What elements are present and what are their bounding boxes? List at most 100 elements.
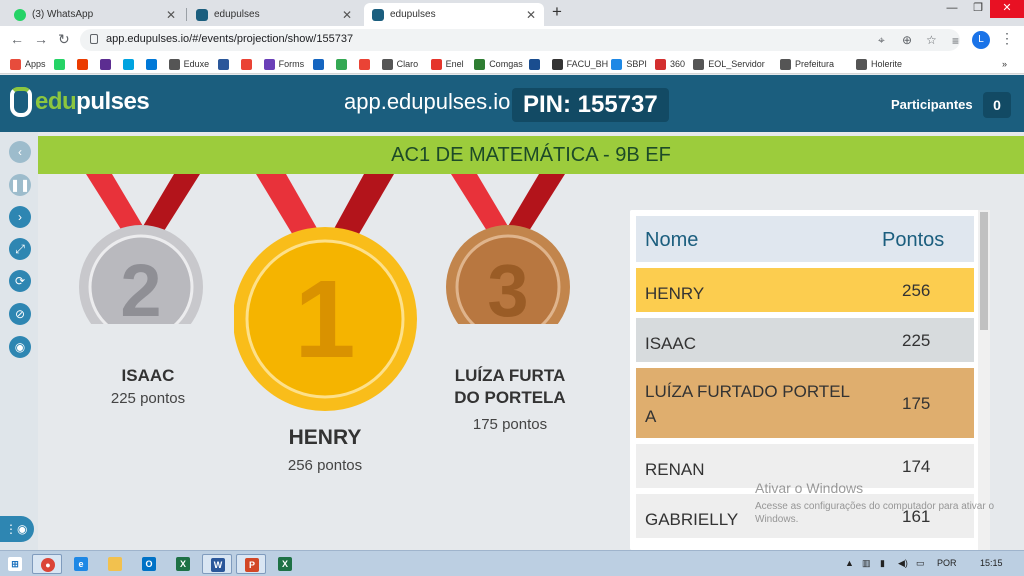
medal-second: 2 <box>78 174 208 324</box>
next-button[interactable]: › <box>9 206 31 228</box>
close-tab-icon[interactable]: ✕ <box>342 8 352 22</box>
bookmark-item[interactable]: Prefeitura <box>780 56 834 72</box>
taskbar-word[interactable]: W <box>202 554 232 574</box>
tab-edupulses-active[interactable]: edupulses ✕ <box>364 3 544 26</box>
tab-edupulses-1[interactable]: edupulses ✕ <box>188 3 360 26</box>
bookmark-item[interactable]: FACU_BH <box>551 56 609 72</box>
bookmark-item[interactable] <box>240 56 256 72</box>
browser-tab-strip: (3) WhatsApp ✕ edupulses ✕ edupulses ✕ +… <box>0 0 1024 26</box>
bookmark-icon <box>76 58 88 70</box>
bookmarks-bar: Apps Eduxe Forms Claro Enel Comgas FACU_BH SBPI… <box>0 54 1024 74</box>
avatar[interactable]: L <box>972 31 990 49</box>
bookmark-item[interactable]: EOL_Servidor <box>693 56 765 72</box>
bookmark-item[interactable] <box>122 56 138 72</box>
previous-button[interactable]: ‹ <box>9 141 31 163</box>
close-window-button[interactable]: ✕ <box>990 0 1024 18</box>
taskbar-ie[interactable]: e <box>66 554 96 574</box>
taskbar-powerpoint[interactable]: P <box>236 554 266 574</box>
windows-taskbar: ⊞ ● e O X W P X ▲ ▥ ▮ ◀) ▭ POR 15:15 <box>0 550 1024 576</box>
taskbar-outlook[interactable]: O <box>134 554 164 574</box>
fullscreen-button[interactable]: ⤢ <box>9 238 31 260</box>
bookmark-label: Comgas <box>489 59 523 69</box>
battery-icon[interactable]: ▭ <box>916 558 925 569</box>
restore-button[interactable]: ❐ <box>966 0 990 18</box>
svg-text:3: 3 <box>487 249 528 324</box>
bookmark-item[interactable] <box>76 56 92 72</box>
refresh-button[interactable]: ⟳ <box>9 270 31 292</box>
bookmark-item[interactable] <box>528 56 544 72</box>
bookmark-icon <box>335 58 347 70</box>
toggle-view-button[interactable]: ⋮◉ <box>0 516 34 542</box>
reading-list-icon[interactable]: ≡ <box>952 34 959 48</box>
bookmark-icon <box>856 58 867 70</box>
bookmark-item[interactable] <box>99 56 115 72</box>
lock-icon <box>90 34 98 44</box>
bookmark-item[interactable]: 360 <box>655 56 685 72</box>
participants-label: Participantes <box>891 97 973 112</box>
url-text[interactable]: app.edupulses.io/#/events/projection/sho… <box>106 33 353 45</box>
taskbar-excel[interactable]: X <box>168 554 198 574</box>
bookmark-label: Eduxe <box>183 59 210 69</box>
bookmark-label: Enel <box>445 59 464 69</box>
zoom-icon[interactable]: ⊕ <box>902 33 912 47</box>
hide-names-button[interactable]: ⊘ <box>9 303 31 325</box>
row-points: 175 <box>902 394 931 413</box>
bookmark-item[interactable]: Eduxe <box>168 56 210 72</box>
scrollbar-thumb[interactable] <box>980 212 988 330</box>
start-button[interactable]: ⊞ <box>2 554 28 574</box>
browser-menu-icon[interactable]: ⋮ <box>1000 30 1014 47</box>
podium-name-third: LUÍZA FURTA DO PORTELA <box>454 366 566 407</box>
bookmark-item[interactable]: Forms <box>263 56 304 72</box>
taskbar-chrome[interactable]: ● <box>32 554 62 574</box>
bookmark-item[interactable]: SBPI <box>611 56 647 72</box>
bookmark-item[interactable] <box>145 56 161 72</box>
edupulses-icon <box>372 8 384 21</box>
location-icon[interactable]: ⌖ <box>878 33 885 48</box>
bookmark-item[interactable] <box>217 56 233 72</box>
bookmark-item[interactable] <box>335 56 351 72</box>
clock[interactable]: 15:15 <box>980 558 1003 568</box>
bookmark-item[interactable]: Apps <box>10 56 46 72</box>
bookmark-label: Prefeitura <box>795 59 835 69</box>
bookmark-item[interactable]: Comgas <box>474 56 523 72</box>
taskbar-excel-2[interactable]: X <box>270 554 300 574</box>
signal-icon[interactable]: ▮ <box>880 558 885 569</box>
bookmark-item[interactable] <box>358 56 374 72</box>
new-tab-button[interactable]: + <box>552 2 562 22</box>
bookmark-item[interactable]: Enel <box>430 56 464 72</box>
bookmark-icon <box>611 58 623 70</box>
close-tab-icon[interactable]: ✕ <box>526 8 536 22</box>
minimize-button[interactable]: — <box>938 0 966 18</box>
bookmark-item[interactable]: Holerite <box>856 56 902 72</box>
podium-points-second: 225 pontos <box>110 390 186 407</box>
more-bookmarks-icon[interactable]: » <box>1002 56 1007 72</box>
bookmark-icon <box>240 58 252 70</box>
language-indicator[interactable]: POR <box>937 558 957 568</box>
row-name: ISAAC <box>645 334 697 353</box>
bookmark-item[interactable]: Claro <box>381 56 418 72</box>
row-name: HENRY <box>645 284 705 303</box>
bookmark-label: FACU_BH <box>566 59 609 69</box>
bookmark-icon <box>53 58 65 70</box>
tab-whatsapp[interactable]: (3) WhatsApp ✕ <box>6 3 184 26</box>
show-hidden-icons[interactable]: ▲ <box>845 558 854 568</box>
tab-separator <box>186 8 187 21</box>
bookmark-item[interactable] <box>312 56 328 72</box>
network-icon[interactable]: ▥ <box>862 558 871 569</box>
url-field[interactable]: app.edupulses.io/#/events/projection/sho… <box>80 29 960 51</box>
star-icon[interactable]: ☆ <box>926 33 937 47</box>
forward-icon[interactable]: → <box>34 31 48 47</box>
taskbar-explorer[interactable] <box>100 554 130 574</box>
bookmark-item[interactable] <box>53 56 69 72</box>
bookmark-icon <box>358 58 370 70</box>
close-tab-icon[interactable]: ✕ <box>166 8 176 22</box>
ranking-scrollbar[interactable] <box>978 210 990 550</box>
reload-icon[interactable]: ↻ <box>58 31 70 48</box>
podium-name-first: HENRY <box>288 426 362 449</box>
volume-icon[interactable]: ◀) <box>898 558 908 569</box>
screenshot-button[interactable]: ◉ <box>9 336 31 358</box>
pause-button[interactable]: ❚❚ <box>9 174 31 196</box>
back-icon[interactable]: ← <box>10 31 24 47</box>
app-host: app.edupulses.io <box>344 89 511 114</box>
medal-first: 1 <box>234 174 420 414</box>
